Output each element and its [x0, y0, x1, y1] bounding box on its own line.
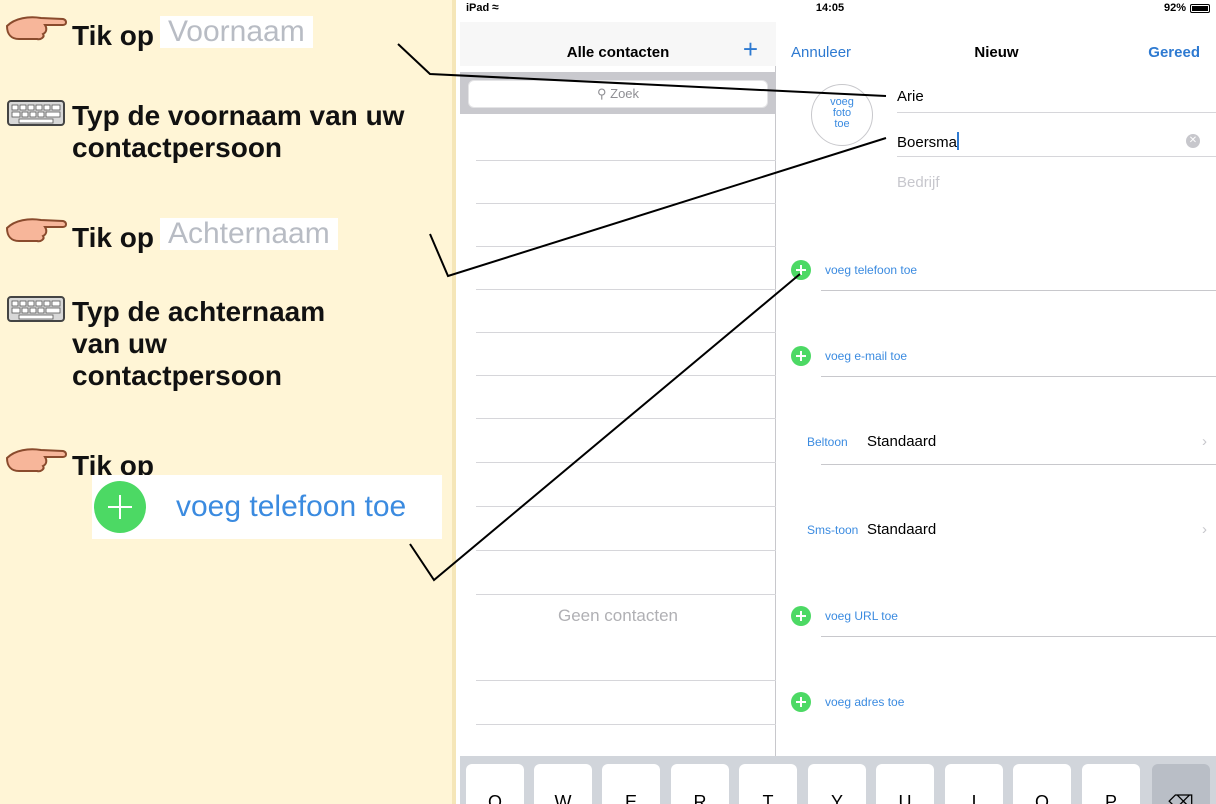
done-button[interactable]: Gereed — [1148, 44, 1200, 61]
plus-circle-icon — [791, 606, 811, 626]
list-separator — [476, 246, 776, 247]
step-text: Tik op — [72, 20, 154, 51]
list-separator — [476, 462, 776, 463]
new-contact-navbar: Annuleer Nieuw Gereed — [777, 22, 1216, 66]
list-separator — [476, 724, 776, 725]
onscreen-keyboard: Q W E R T Y U I O P ⌫ — [460, 756, 1216, 804]
battery-icon — [1190, 4, 1210, 13]
keyboard-icon — [0, 296, 72, 336]
key-o[interactable]: O — [1013, 764, 1071, 804]
chevron-right-icon: › — [1202, 433, 1207, 450]
field-separator — [897, 156, 1216, 157]
ringtone-label: Beltoon — [807, 434, 848, 449]
list-separator — [476, 418, 776, 419]
add-contact-button[interactable]: + — [743, 34, 758, 65]
step-type-last-name: Typ de achternaam van uw contactpersoon — [0, 296, 372, 392]
step-tap-last-name: Tik op Achternaam — [0, 214, 338, 254]
text-cursor — [957, 132, 960, 150]
key-i[interactable]: I — [945, 764, 1003, 804]
key-q[interactable]: Q — [466, 764, 524, 804]
status-bar: iPad ≈ 14:05 92% — [460, 0, 1216, 22]
ringtone-value: Standaard — [867, 433, 937, 450]
step-text: Typ de voornaam van uw contactpersoon — [72, 100, 405, 163]
last-name-value: Boersma — [897, 134, 958, 151]
ringtone-row[interactable]: Beltoon Standaard › — [807, 433, 1207, 450]
plus-circle-icon — [94, 481, 146, 533]
key-u[interactable]: U — [876, 764, 934, 804]
ipad-screen: iPad ≈ 14:05 92% Alle contacten + ⚲ Zoek… — [460, 0, 1216, 804]
section-separator — [821, 464, 1216, 465]
empty-list-text: Geen contacten — [557, 606, 679, 625]
contacts-title: Alle contacten — [566, 44, 670, 61]
sms-tone-row[interactable]: Sms-toon Standaard › — [807, 521, 1207, 538]
plus-circle-icon — [791, 346, 811, 366]
search-bar-container: ⚲ Zoek — [460, 72, 776, 114]
list-separator — [476, 289, 776, 290]
contacts-list-pane: Alle contacten + ⚲ Zoek Geen contacten — [460, 22, 776, 756]
last-name-field[interactable]: Boersma — [897, 132, 960, 151]
step-text: Typ de achternaam van uw contactpersoon — [72, 296, 326, 391]
instruction-panel: Tik op Voornaam Typ de voornaam van uw co… — [0, 0, 456, 804]
key-r[interactable]: R — [671, 764, 729, 804]
list-separator — [476, 550, 776, 551]
add-url-label: voeg URL toe — [825, 609, 898, 623]
new-contact-pane: Annuleer Nieuw Gereed voeg foto toe Arie… — [777, 22, 1216, 756]
search-icon: ⚲ — [596, 86, 607, 101]
key-e[interactable]: E — [602, 764, 660, 804]
add-address-button[interactable]: voeg adres toe — [791, 692, 904, 712]
search-placeholder: Zoek — [610, 86, 640, 101]
list-separator — [476, 332, 776, 333]
add-url-button[interactable]: voeg URL toe — [791, 606, 898, 626]
time-text: 14:05 — [815, 2, 845, 14]
last-name-chip: Achternaam — [159, 218, 338, 250]
list-separator — [476, 506, 776, 507]
pointing-hand-icon — [0, 214, 72, 254]
key-w[interactable]: W — [534, 764, 592, 804]
keyboard-icon — [0, 100, 72, 140]
list-separator — [476, 680, 776, 681]
backspace-key[interactable]: ⌫ — [1152, 764, 1210, 804]
add-phone-button[interactable]: voeg telefoon toe — [791, 260, 917, 280]
first-name-field[interactable]: Arie — [897, 88, 924, 105]
list-separator — [476, 203, 776, 204]
add-email-button[interactable]: voeg e-mail toe — [791, 346, 907, 366]
list-separator — [476, 594, 776, 595]
search-input[interactable]: ⚲ Zoek — [468, 80, 768, 108]
add-phone-label: voeg telefoon toe — [825, 263, 918, 277]
add-photo-label: voeg foto toe — [830, 96, 854, 130]
section-separator — [821, 290, 1216, 291]
plus-circle-icon — [791, 260, 811, 280]
battery-percent: 92% — [1163, 2, 1186, 14]
list-separator — [476, 160, 776, 161]
chevron-right-icon: › — [1202, 521, 1207, 538]
pointing-hand-icon — [0, 444, 72, 484]
key-p[interactable]: P — [1082, 764, 1140, 804]
pointing-hand-icon — [0, 12, 72, 52]
section-separator — [821, 636, 1216, 637]
key-y[interactable]: Y — [808, 764, 866, 804]
step-tap-first-name: Tik op Voornaam — [0, 12, 313, 52]
list-separator — [476, 375, 776, 376]
status-time: 14:05 — [460, 2, 1216, 14]
add-photo-button[interactable]: voeg foto toe — [811, 84, 873, 146]
first-name-chip: Voornaam — [159, 16, 313, 48]
add-phone-illustration: voeg telefoon toe — [92, 475, 442, 539]
step-type-first-name: Typ de voornaam van uw contactpersoon — [0, 100, 412, 164]
add-address-label: voeg adres toe — [825, 695, 905, 709]
field-separator — [897, 112, 1216, 113]
plus-circle-icon — [791, 692, 811, 712]
sms-tone-label: Sms-toon — [807, 522, 859, 537]
add-phone-illustration-label: voeg telefoon toe — [176, 490, 407, 523]
clear-text-icon[interactable]: ✕ — [1186, 134, 1200, 148]
contacts-navbar: Alle contacten + — [460, 22, 776, 66]
company-field[interactable]: Bedrijf — [897, 174, 940, 191]
section-separator — [821, 376, 1216, 377]
key-t[interactable]: T — [739, 764, 797, 804]
sms-tone-value: Standaard — [867, 521, 937, 538]
add-email-label: voeg e-mail toe — [825, 349, 908, 363]
step-text: Tik op — [72, 222, 154, 253]
